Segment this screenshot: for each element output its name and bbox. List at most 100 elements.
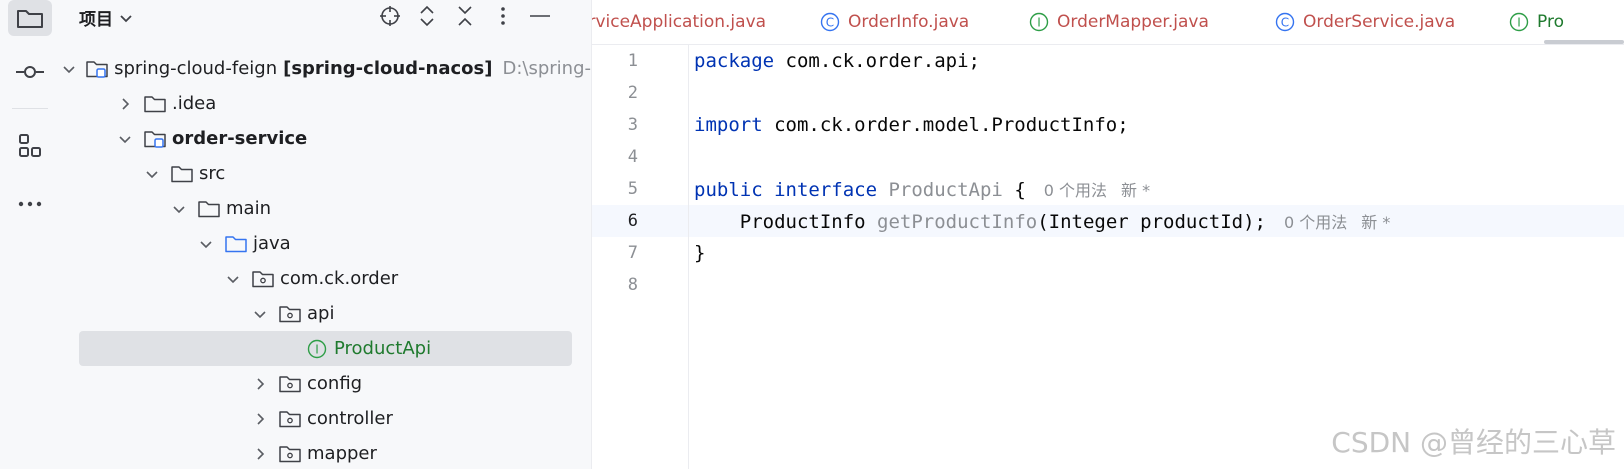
chevron-down-icon[interactable] xyxy=(224,270,242,288)
method-name: getProductInfo xyxy=(877,211,1038,233)
svg-text:I: I xyxy=(1517,16,1521,30)
project-path-hint: D:\spring- xyxy=(502,58,591,79)
options-button[interactable] xyxy=(491,4,515,28)
tree-item[interactable]: config xyxy=(59,366,591,401)
interface-icon: I xyxy=(1029,12,1049,32)
package-icon xyxy=(279,304,301,324)
tree-item-label: api xyxy=(307,303,335,324)
author-hint[interactable]: 新 * xyxy=(1361,213,1390,232)
chevron-down-icon[interactable] xyxy=(251,305,269,323)
tree-item[interactable]: order-service xyxy=(59,121,591,156)
line-number: 8 xyxy=(627,275,638,295)
interface-name: ProductApi xyxy=(888,179,1003,201)
package-icon xyxy=(252,269,274,289)
code-line-6: 6 ProductInfo getProductInfo(Integer pro… xyxy=(592,205,1624,237)
chevron-down-icon[interactable] xyxy=(116,130,134,148)
code-text: com.ck.order.model.ProductInfo; xyxy=(762,114,1129,136)
line-number: 2 xyxy=(627,83,638,103)
tree-item[interactable]: spring-cloud-feign [spring-cloud-nacos] D:… xyxy=(59,51,591,86)
tree-item[interactable]: .idea xyxy=(59,86,591,121)
project-tool-button[interactable] xyxy=(8,0,52,36)
project-panel: 项目 spring-cloud-feign [spring-cloud-naco… xyxy=(59,0,592,469)
tab-service-application[interactable]: erviceApplication.java xyxy=(592,0,766,44)
tree-item-label: ProductApi xyxy=(334,338,432,359)
chevron-right-icon[interactable] xyxy=(116,95,134,113)
tree-item[interactable]: I ProductApi xyxy=(59,331,591,366)
author-hint[interactable]: 新 * xyxy=(1121,181,1150,200)
editor-tab-bar: erviceApplication.java C OrderInfo.java … xyxy=(592,0,1624,45)
structure-tool-button[interactable] xyxy=(8,128,52,164)
more-icon xyxy=(18,201,42,207)
structure-icon xyxy=(19,134,41,157)
chevron-down-icon[interactable] xyxy=(197,235,215,253)
tree-item[interactable]: controller xyxy=(59,401,591,436)
tab-label: Pro xyxy=(1537,12,1564,32)
svg-text:I: I xyxy=(1037,16,1041,30)
code-text: { xyxy=(1002,179,1026,201)
expand-all-icon xyxy=(420,5,434,27)
collapse-all-button[interactable] xyxy=(453,4,477,28)
tab-order-mapper[interactable]: I OrderMapper.java xyxy=(1029,0,1209,44)
code-area[interactable]: 1 package com.ck.order.api; 2 3 import c… xyxy=(592,45,1624,469)
keyword: package xyxy=(694,50,775,72)
tab-scrollbar[interactable] xyxy=(1544,40,1624,44)
keyword: public interface xyxy=(694,179,878,201)
module-folder-icon xyxy=(86,59,108,79)
keyword: import xyxy=(694,114,763,136)
tree-item[interactable]: api xyxy=(59,296,591,331)
locate-button[interactable] xyxy=(378,4,402,28)
chevron-right-icon[interactable] xyxy=(251,375,269,393)
chevron-down-icon[interactable] xyxy=(143,165,161,183)
gutter-divider xyxy=(688,45,689,469)
hide-panel-button[interactable] xyxy=(528,4,552,28)
line-number: 4 xyxy=(627,147,638,167)
tool-separator xyxy=(12,108,48,109)
tab-order-service[interactable]: C OrderService.java xyxy=(1275,0,1455,44)
code-text: (Integer productId); xyxy=(1037,211,1266,233)
tree-item[interactable]: java xyxy=(59,226,591,261)
editor-area: erviceApplication.java C OrderInfo.java … xyxy=(592,0,1624,469)
tab-label: OrderMapper.java xyxy=(1057,12,1209,32)
tree-item[interactable]: mapper xyxy=(59,436,591,469)
package-icon xyxy=(279,374,301,394)
tab-order-info[interactable]: C OrderInfo.java xyxy=(820,0,969,44)
chevron-down-icon[interactable] xyxy=(170,200,188,218)
tree-item[interactable]: com.ck.order xyxy=(59,261,591,296)
folder-icon xyxy=(171,164,193,184)
commit-tool-button[interactable] xyxy=(8,54,52,90)
code-line-3: 3 import com.ck.order.model.ProductInfo; xyxy=(592,109,1624,141)
interface-icon: I xyxy=(1509,12,1529,32)
collapse-all-icon xyxy=(458,6,472,26)
usages-hint[interactable]: 0 个用法 xyxy=(1044,181,1107,200)
svg-text:C: C xyxy=(1281,16,1289,30)
commit-icon xyxy=(16,66,44,78)
more-tool-windows-button[interactable] xyxy=(8,186,52,222)
chevron-right-icon[interactable] xyxy=(251,410,269,428)
locate-icon xyxy=(380,6,400,26)
tree-item[interactable]: src xyxy=(59,156,591,191)
line-number: 6 xyxy=(627,211,638,231)
line-number: 7 xyxy=(627,243,638,263)
chevron-right-icon[interactable] xyxy=(251,445,269,463)
chevron-down-icon[interactable] xyxy=(62,60,76,78)
package-icon xyxy=(279,444,301,464)
tab-label: erviceApplication.java xyxy=(592,12,767,32)
tree-item-label: src xyxy=(199,163,226,184)
usages-hint[interactable]: 0 个用法 xyxy=(1284,213,1347,232)
folder-icon xyxy=(17,10,43,28)
project-panel-header: 项目 xyxy=(59,0,591,32)
module-folder-icon xyxy=(144,129,166,149)
tree-item-label: mapper xyxy=(307,443,377,464)
tree-item-label: .idea xyxy=(172,93,217,114)
source-folder-icon xyxy=(225,234,247,254)
tab-product-api[interactable]: I Pro xyxy=(1509,0,1564,44)
tree-item-label: spring-cloud-feign xyxy=(114,58,278,79)
options-icon xyxy=(501,7,505,25)
code-line-1: 1 package com.ck.order.api; xyxy=(592,45,1624,77)
tree-item-label: com.ck.order xyxy=(280,268,399,289)
folder-icon xyxy=(198,199,220,219)
tree-item-label: java xyxy=(253,233,291,254)
expand-all-button[interactable] xyxy=(415,4,439,28)
tree-item[interactable]: main xyxy=(59,191,591,226)
